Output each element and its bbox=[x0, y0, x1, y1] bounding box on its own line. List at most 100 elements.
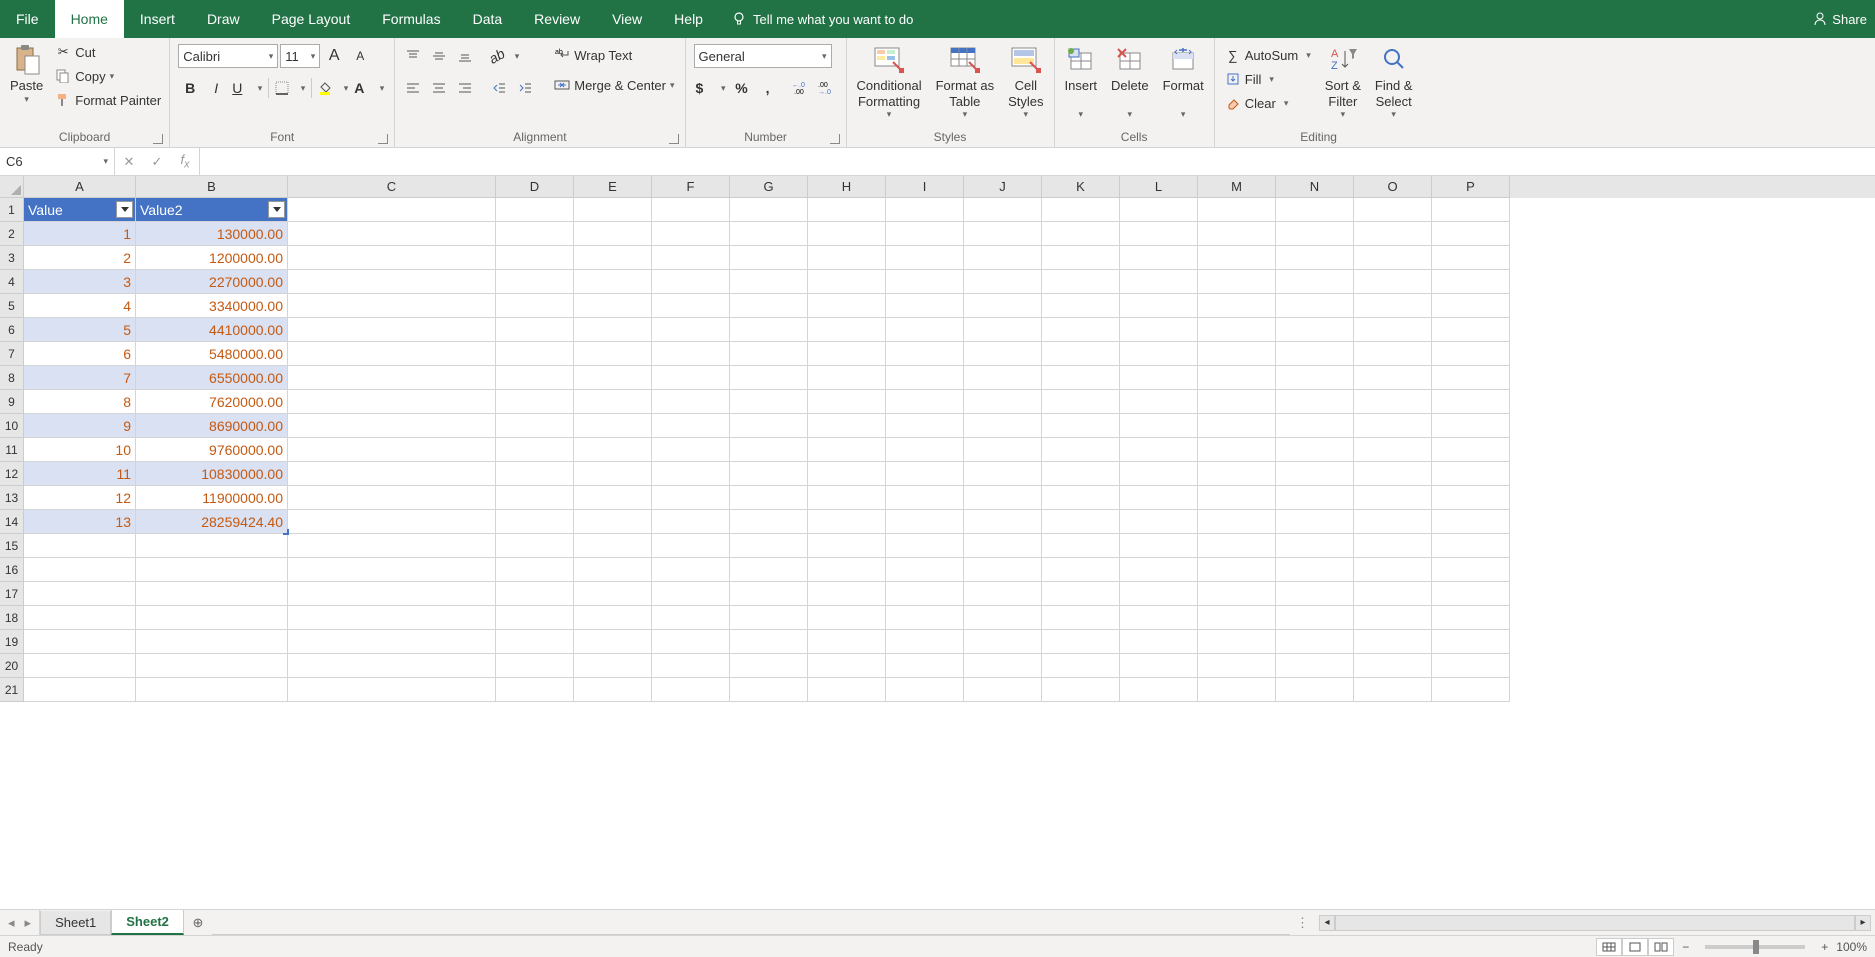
cell-P9[interactable] bbox=[1432, 390, 1510, 414]
wrap-text-button[interactable]: abWrap Text bbox=[550, 44, 678, 66]
cell-M7[interactable] bbox=[1198, 342, 1276, 366]
cell-G19[interactable] bbox=[730, 630, 808, 654]
row-header-14[interactable]: 14 bbox=[0, 510, 24, 534]
cell-I16[interactable] bbox=[886, 558, 964, 582]
decrease-indent-button[interactable] bbox=[487, 76, 511, 100]
paste-button[interactable]: Paste ▾ bbox=[4, 41, 49, 107]
cell-J20[interactable] bbox=[964, 654, 1042, 678]
cell-B21[interactable] bbox=[136, 678, 288, 702]
tab-draw[interactable]: Draw bbox=[191, 0, 256, 38]
cell-B1[interactable]: Value2 bbox=[136, 198, 288, 222]
cell-I14[interactable] bbox=[886, 510, 964, 534]
column-header-B[interactable]: B bbox=[136, 176, 288, 198]
sheet-tab-sheet2[interactable]: Sheet2 bbox=[111, 910, 184, 935]
insert-function-button[interactable]: fx bbox=[171, 152, 199, 171]
name-box[interactable]: C6▾ bbox=[0, 148, 115, 175]
cell-I17[interactable] bbox=[886, 582, 964, 606]
align-bottom-button[interactable] bbox=[453, 44, 477, 68]
cell-N19[interactable] bbox=[1276, 630, 1354, 654]
normal-view-button[interactable] bbox=[1596, 938, 1622, 956]
cell-C3[interactable] bbox=[288, 246, 496, 270]
cell-G14[interactable] bbox=[730, 510, 808, 534]
dialog-launcher-icon[interactable] bbox=[669, 134, 679, 144]
cell-F20[interactable] bbox=[652, 654, 730, 678]
cell-B10[interactable]: 8690000.00 bbox=[136, 414, 288, 438]
cell-F18[interactable] bbox=[652, 606, 730, 630]
cell-L13[interactable] bbox=[1120, 486, 1198, 510]
cell-B16[interactable] bbox=[136, 558, 288, 582]
cell-D2[interactable] bbox=[496, 222, 574, 246]
cell-A6[interactable]: 5 bbox=[24, 318, 136, 342]
cell-N18[interactable] bbox=[1276, 606, 1354, 630]
cell-E11[interactable] bbox=[574, 438, 652, 462]
row-header-13[interactable]: 13 bbox=[0, 486, 24, 510]
cell-B14[interactable]: 28259424.40 bbox=[136, 510, 288, 534]
cells-area[interactable]: ValueValue21130000.0021200000.0032270000… bbox=[24, 198, 1510, 702]
cell-K19[interactable] bbox=[1042, 630, 1120, 654]
clear-button[interactable]: Clear▾ bbox=[1221, 92, 1315, 114]
cell-N15[interactable] bbox=[1276, 534, 1354, 558]
cell-E20[interactable] bbox=[574, 654, 652, 678]
cell-H2[interactable] bbox=[808, 222, 886, 246]
share-button[interactable]: Share bbox=[1804, 0, 1875, 38]
cell-I12[interactable] bbox=[886, 462, 964, 486]
cell-O14[interactable] bbox=[1354, 510, 1432, 534]
cell-D10[interactable] bbox=[496, 414, 574, 438]
cell-G7[interactable] bbox=[730, 342, 808, 366]
cell-J17[interactable] bbox=[964, 582, 1042, 606]
align-left-button[interactable] bbox=[401, 76, 425, 100]
formula-input[interactable] bbox=[200, 148, 1875, 175]
cell-E10[interactable] bbox=[574, 414, 652, 438]
cell-E16[interactable] bbox=[574, 558, 652, 582]
cell-C7[interactable] bbox=[288, 342, 496, 366]
column-header-L[interactable]: L bbox=[1120, 176, 1198, 198]
cell-P17[interactable] bbox=[1432, 582, 1510, 606]
cell-E3[interactable] bbox=[574, 246, 652, 270]
cell-E17[interactable] bbox=[574, 582, 652, 606]
cell-A19[interactable] bbox=[24, 630, 136, 654]
cell-H13[interactable] bbox=[808, 486, 886, 510]
row-header-15[interactable]: 15 bbox=[0, 534, 24, 558]
cell-I2[interactable] bbox=[886, 222, 964, 246]
insert-cells-button[interactable]: Insert▾ bbox=[1059, 41, 1104, 123]
cell-C10[interactable] bbox=[288, 414, 496, 438]
cell-P12[interactable] bbox=[1432, 462, 1510, 486]
cell-P10[interactable] bbox=[1432, 414, 1510, 438]
row-header-12[interactable]: 12 bbox=[0, 462, 24, 486]
cell-F11[interactable] bbox=[652, 438, 730, 462]
merge-center-button[interactable]: Merge & Center▾ bbox=[550, 74, 678, 96]
cell-G10[interactable] bbox=[730, 414, 808, 438]
cell-B8[interactable]: 6550000.00 bbox=[136, 366, 288, 390]
cell-B4[interactable]: 2270000.00 bbox=[136, 270, 288, 294]
cell-L21[interactable] bbox=[1120, 678, 1198, 702]
cell-L6[interactable] bbox=[1120, 318, 1198, 342]
cell-M20[interactable] bbox=[1198, 654, 1276, 678]
cell-H18[interactable] bbox=[808, 606, 886, 630]
cell-L14[interactable] bbox=[1120, 510, 1198, 534]
cell-M2[interactable] bbox=[1198, 222, 1276, 246]
filter-button[interactable] bbox=[268, 201, 285, 218]
cell-M3[interactable] bbox=[1198, 246, 1276, 270]
horizontal-scrollbar[interactable]: ◂ ▸ bbox=[1315, 910, 1875, 935]
format-as-table-button[interactable]: Format as Table▾ bbox=[930, 41, 1001, 123]
column-header-H[interactable]: H bbox=[808, 176, 886, 198]
enter-formula-button[interactable]: ✓ bbox=[143, 154, 171, 170]
row-header-1[interactable]: 1 bbox=[0, 198, 24, 222]
cell-C5[interactable] bbox=[288, 294, 496, 318]
cell-A13[interactable]: 12 bbox=[24, 486, 136, 510]
cell-C15[interactable] bbox=[288, 534, 496, 558]
cell-C4[interactable] bbox=[288, 270, 496, 294]
cell-A12[interactable]: 11 bbox=[24, 462, 136, 486]
cell-P4[interactable] bbox=[1432, 270, 1510, 294]
cell-D21[interactable] bbox=[496, 678, 574, 702]
column-header-M[interactable]: M bbox=[1198, 176, 1276, 198]
cell-O15[interactable] bbox=[1354, 534, 1432, 558]
cell-F17[interactable] bbox=[652, 582, 730, 606]
cell-N5[interactable] bbox=[1276, 294, 1354, 318]
cell-K7[interactable] bbox=[1042, 342, 1120, 366]
cell-K10[interactable] bbox=[1042, 414, 1120, 438]
cell-D13[interactable] bbox=[496, 486, 574, 510]
cell-B13[interactable]: 11900000.00 bbox=[136, 486, 288, 510]
cell-B3[interactable]: 1200000.00 bbox=[136, 246, 288, 270]
cell-O20[interactable] bbox=[1354, 654, 1432, 678]
